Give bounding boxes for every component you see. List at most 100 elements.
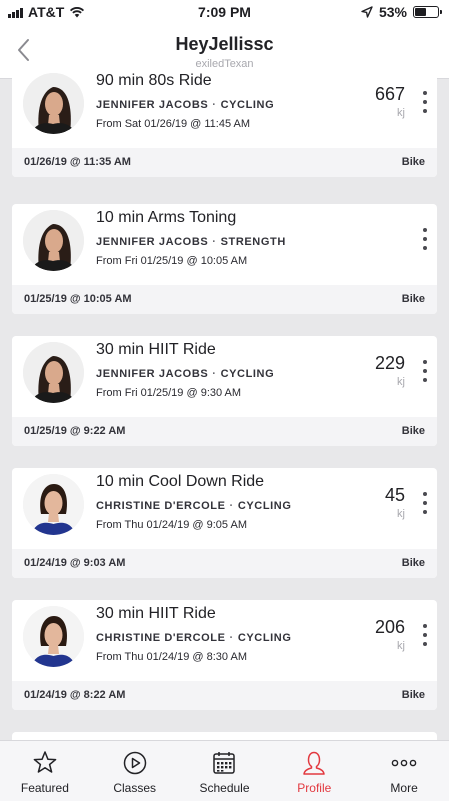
instructor-name: CHRISTINE D'ERCOLE [96, 632, 226, 644]
ride-category: STRENGTH [220, 236, 286, 248]
output-value: 45 [384, 485, 405, 505]
meta-separator: · [229, 500, 234, 512]
ride-output: 229 kj [375, 353, 405, 388]
ride-title: 10 min Cool Down Ride [96, 473, 265, 490]
ride-card[interactable]: 10 min Arms Toning JENNIFER JACOBS · STRENG… [12, 204, 437, 314]
ride-card-main[interactable]: 10 min Arms Toning JENNIFER JACOBS · STRENG… [12, 204, 437, 285]
ride-meta: JENNIFER JACOBS · CYCLING [96, 368, 274, 380]
battery-icon [413, 6, 442, 18]
more-options-icon[interactable] [422, 624, 428, 646]
ride-taken-date: 01/24/19 @ 8:22 AM [24, 689, 126, 701]
ride-start-time: From Thu 01/24/19 @ 9:05 AM [96, 519, 247, 531]
ride-title: 90 min 80s Ride [96, 72, 212, 89]
ride-taken-date: 01/26/19 @ 11:35 AM [24, 156, 131, 168]
ride-category: CYCLING [220, 368, 275, 380]
ride-start-time: From Sat 01/26/19 @ 11:45 AM [96, 118, 251, 130]
ride-card-footer: 01/25/19 @ 9:22 AM Bike [12, 417, 437, 446]
battery-percent: 53% [378, 4, 407, 20]
output-value: 206 [374, 617, 405, 637]
output-value: 667 [374, 84, 405, 104]
output-value: 229 [374, 353, 405, 373]
tab-schedule[interactable]: Schedule [180, 741, 270, 801]
ride-card-main[interactable]: 30 min HIIT Ride JENNIFER JACOBS · CYCLING F… [12, 336, 437, 417]
instructor-avatar [23, 210, 84, 271]
ride-card[interactable]: 10 min Cool Down Ride CHRISTINE D'ERCOLE ·… [12, 468, 437, 578]
ride-equipment: Bike [401, 689, 425, 701]
tab-label: Profile [297, 781, 332, 795]
page-title: HeyJellissc [175, 34, 274, 54]
more-dots-icon [390, 749, 418, 777]
tab-more[interactable]: More [359, 741, 449, 801]
profile-icon [300, 749, 328, 777]
ride-category: CYCLING [237, 500, 292, 512]
meta-separator: · [212, 236, 217, 248]
meta-separator: · [229, 632, 234, 644]
instructor-name: CHRISTINE D'ERCOLE [96, 500, 226, 512]
ride-card[interactable]: 90 min 80s Ride JENNIFER JACOBS · CYCLING Fr… [12, 67, 437, 177]
ride-card-footer: 01/24/19 @ 8:22 AM Bike [12, 681, 437, 710]
ride-category: CYCLING [220, 99, 275, 111]
tab-profile[interactable]: Profile [269, 741, 359, 801]
meta-separator: · [212, 368, 217, 380]
tab-classes[interactable]: Classes [90, 741, 180, 801]
instructor-avatar [23, 606, 84, 667]
tab-label: Featured [20, 781, 69, 795]
ride-title: 30 min HIIT Ride [96, 605, 216, 622]
meta-separator: · [212, 99, 217, 111]
status-bar: AT&T 7:09 PM 53% [0, 0, 449, 26]
ride-meta: JENNIFER JACOBS · STRENGTH [96, 236, 286, 248]
ride-output: 45 kj [385, 485, 405, 520]
ride-equipment: Bike [401, 557, 425, 569]
ride-meta: CHRISTINE D'ERCOLE · CYCLING [96, 632, 292, 644]
ride-start-time: From Thu 01/24/19 @ 8:30 AM [96, 651, 247, 663]
instructor-avatar [23, 474, 84, 535]
ride-category: CYCLING [237, 632, 292, 644]
ride-taken-date: 01/24/19 @ 9:03 AM [24, 557, 126, 569]
back-chevron-icon[interactable] [12, 36, 38, 64]
output-unit: kj [397, 508, 405, 520]
more-options-icon[interactable] [422, 360, 428, 382]
ride-start-time: From Fri 01/25/19 @ 9:30 AM [96, 387, 242, 399]
tab-label: More [390, 781, 418, 795]
ride-card[interactable]: 30 min HIIT Ride JENNIFER JACOBS · CYCLING F… [12, 336, 437, 446]
tab-bar: Featured Classes Schedule Profile More [0, 740, 449, 801]
ride-card-main[interactable]: 10 min Cool Down Ride CHRISTINE D'ERCOLE ·… [12, 468, 437, 549]
ride-taken-date: 01/25/19 @ 9:22 AM [24, 425, 126, 437]
ride-card-footer: 01/25/19 @ 10:05 AM Bike [12, 285, 437, 314]
tab-label: Classes [113, 781, 157, 795]
output-unit: kj [397, 376, 405, 388]
more-options-icon[interactable] [422, 91, 428, 113]
ride-meta: CHRISTINE D'ERCOLE · CYCLING [96, 500, 292, 512]
ride-output: 667 kj [375, 84, 405, 119]
ride-card-footer: 01/24/19 @ 9:03 AM Bike [12, 549, 437, 578]
location-arrow-icon [361, 6, 373, 18]
ride-equipment: Bike [401, 425, 425, 437]
more-options-icon[interactable] [422, 492, 428, 514]
ride-card-main[interactable]: 90 min 80s Ride JENNIFER JACOBS · CYCLING Fr… [12, 67, 437, 148]
star-icon [31, 749, 59, 777]
tab-featured[interactable]: Featured [0, 741, 90, 801]
instructor-avatar [23, 342, 84, 403]
instructor-name: JENNIFER JACOBS [96, 368, 209, 380]
ride-equipment: Bike [401, 293, 425, 305]
ride-card-main[interactable]: 30 min HIIT Ride CHRISTINE D'ERCOLE · CYCLI… [12, 600, 437, 681]
instructor-avatar [23, 73, 84, 134]
instructor-name: JENNIFER JACOBS [96, 236, 209, 248]
ride-card[interactable]: 30 min HIIT Ride CHRISTINE D'ERCOLE · CYCLI… [12, 600, 437, 710]
status-right: 53% [361, 4, 442, 20]
calendar-icon [210, 749, 238, 777]
ride-title: 10 min Arms Toning [96, 209, 237, 226]
instructor-name: JENNIFER JACOBS [96, 99, 209, 111]
more-options-icon[interactable] [422, 228, 428, 250]
play-circle-icon [121, 749, 149, 777]
output-unit: kj [397, 640, 405, 652]
output-unit: kj [397, 107, 405, 119]
battery-fill [415, 8, 426, 16]
ride-start-time: From Fri 01/25/19 @ 10:05 AM [96, 255, 248, 267]
ride-meta: JENNIFER JACOBS · CYCLING [96, 99, 274, 111]
ride-output: 206 kj [375, 617, 405, 652]
ride-card-footer: 01/26/19 @ 11:35 AM Bike [12, 148, 437, 177]
ride-title: 30 min HIIT Ride [96, 341, 216, 358]
ride-equipment: Bike [401, 156, 425, 168]
ride-taken-date: 01/25/19 @ 10:05 AM [24, 293, 132, 305]
